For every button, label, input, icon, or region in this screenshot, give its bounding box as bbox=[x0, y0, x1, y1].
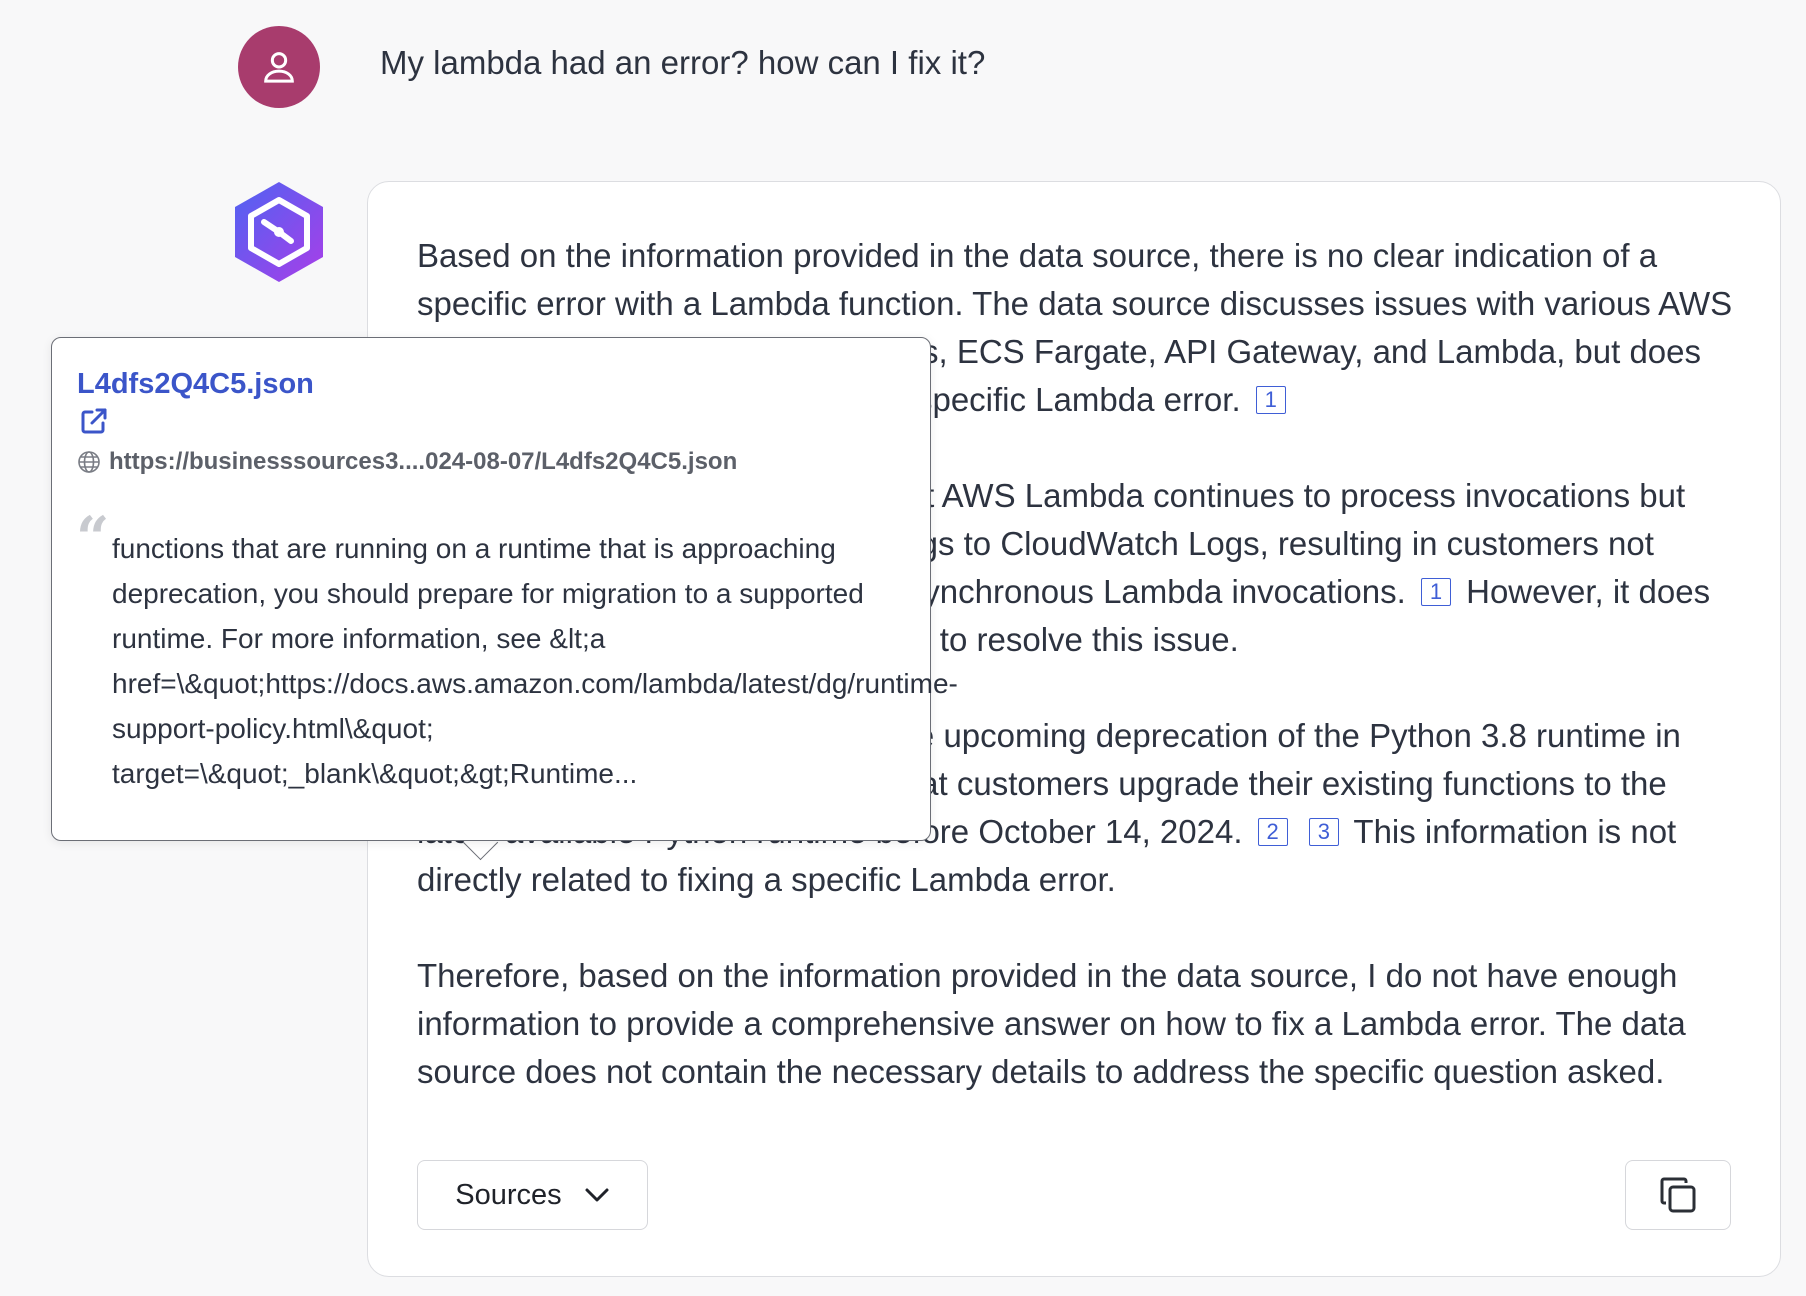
source-title-link[interactable]: L4dfs2Q4C5.json bbox=[77, 368, 314, 401]
source-excerpt: functions that are running on a runtime … bbox=[112, 533, 958, 789]
assistant-avatar bbox=[228, 178, 330, 286]
answer-paragraph: Therefore, based on the information prov… bbox=[417, 952, 1747, 1096]
chat-page: My lambda had an error? how can I fix it… bbox=[0, 0, 1806, 1296]
citation-marker[interactable]: 2 bbox=[1257, 818, 1288, 846]
hexagon-clock-logo-icon bbox=[235, 182, 323, 282]
user-avatar bbox=[238, 26, 320, 108]
globe-icon bbox=[78, 451, 100, 473]
source-url-row: https://businesssources3....024-08-07/L4… bbox=[77, 448, 737, 476]
sources-label: Sources bbox=[455, 1178, 562, 1211]
user-question: My lambda had an error? how can I fix it… bbox=[380, 44, 986, 81]
citation-popover: L4dfs2Q4C5.json https://businesssources3… bbox=[51, 337, 958, 841]
chevron-down-icon bbox=[585, 1188, 609, 1202]
answer-text: Therefore, based on the information prov… bbox=[417, 957, 1686, 1090]
external-link-icon bbox=[81, 408, 107, 434]
copy-button[interactable] bbox=[1625, 1160, 1731, 1230]
citation-marker[interactable]: 1 bbox=[1420, 578, 1451, 606]
citation-marker[interactable]: 1 bbox=[1255, 386, 1286, 414]
external-link-button[interactable] bbox=[79, 406, 109, 436]
quote-mark: “ bbox=[76, 504, 110, 572]
copy-icon bbox=[1660, 1177, 1696, 1213]
citation-marker[interactable]: 3 bbox=[1308, 818, 1339, 846]
sources-button[interactable]: Sources bbox=[417, 1160, 648, 1230]
source-url: https://businesssources3....024-08-07/L4… bbox=[109, 448, 738, 475]
user-icon bbox=[264, 52, 294, 83]
